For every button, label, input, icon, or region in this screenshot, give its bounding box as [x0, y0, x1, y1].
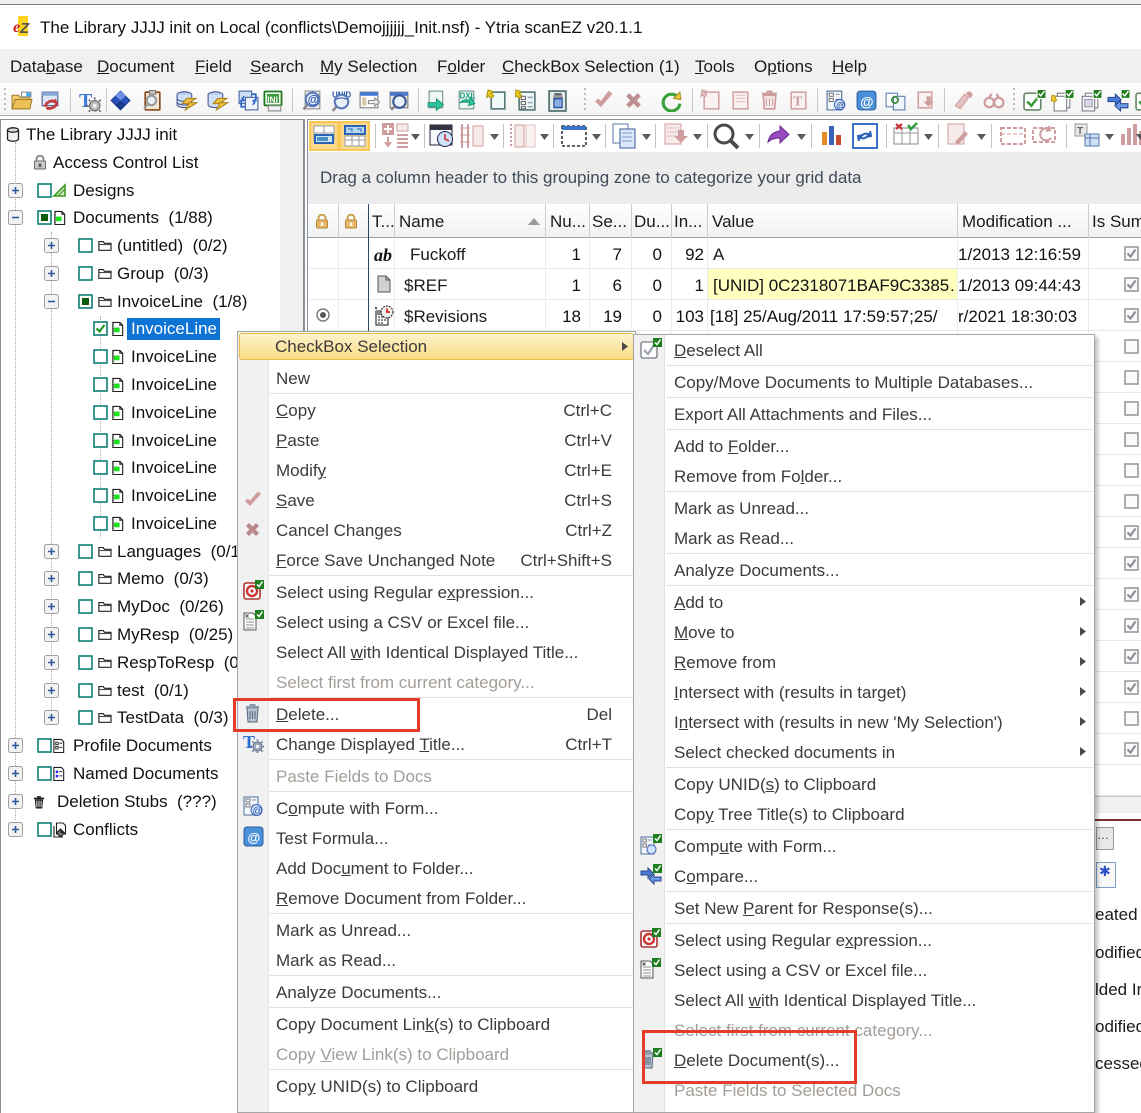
svg-text:T: T [1077, 126, 1083, 137]
svg-text:@: @ [860, 94, 873, 109]
svg-text:@: @ [253, 806, 263, 817]
svg-text:Z: Z [19, 20, 30, 36]
svg-text:T: T [793, 94, 802, 109]
svg-text:DXL: DXL [460, 91, 476, 100]
svg-text:INI: INI [267, 95, 278, 105]
svg-text:@: @ [248, 830, 261, 845]
svg-text:@: @ [836, 99, 846, 110]
svg-text:@: @ [308, 95, 319, 107]
